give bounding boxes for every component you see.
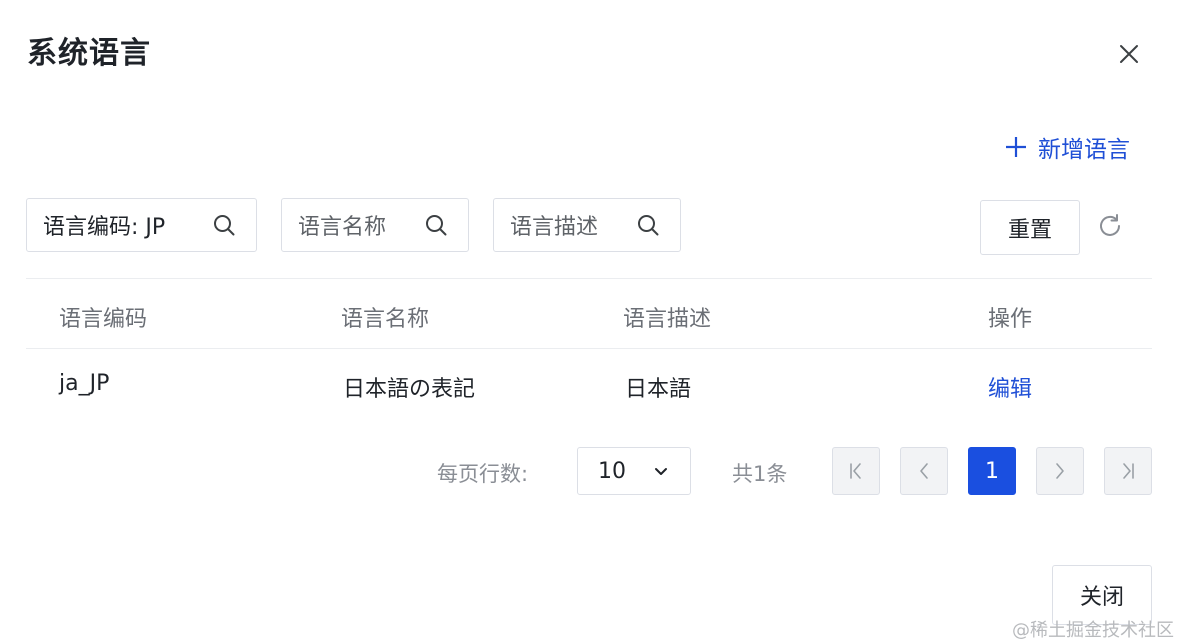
language-name-filter[interactable]: 语言名称 — [281, 198, 469, 252]
refresh-icon[interactable] — [1096, 212, 1124, 240]
language-dialog: 系统语言 新增语言 语言编码: JP 语言名称 语言描述 重置 语言编码 语言名… — [0, 0, 1178, 644]
last-page-icon — [1123, 463, 1134, 479]
column-header-actions: 操作 — [988, 307, 1033, 332]
language-description-filter-placeholder: 语言描述 — [510, 215, 599, 240]
page-size-value: 10 — [598, 458, 626, 484]
total-count: 共1条 — [732, 462, 788, 486]
chevron-down-icon — [655, 468, 667, 475]
close-icon[interactable] — [1115, 40, 1143, 68]
reset-button[interactable]: 重置 — [980, 200, 1080, 255]
pagination: 每页行数: 10 共1条 1 — [0, 446, 1178, 496]
last-page-button[interactable] — [1104, 447, 1152, 495]
add-language-button[interactable]: 新增语言 — [1004, 130, 1130, 164]
cell-name: 日本語の表記 — [343, 377, 476, 402]
watermark: @稀土掘金技术社区 — [1012, 620, 1174, 641]
table-row: ja_JP 日本語の表記 日本語 编辑 — [26, 349, 1152, 421]
language-code-filter-value: 语言编码: JP — [43, 215, 166, 240]
search-icon[interactable] — [636, 213, 660, 237]
next-page-button[interactable] — [1036, 447, 1084, 495]
column-header-code: 语言编码 — [59, 307, 148, 332]
column-header-description: 语言描述 — [623, 307, 712, 332]
prev-page-icon — [920, 463, 928, 479]
search-icon[interactable] — [212, 213, 236, 237]
dialog-title: 系统语言 — [27, 36, 151, 71]
edit-link[interactable]: 编辑 — [988, 371, 1032, 403]
search-icon[interactable] — [424, 213, 448, 237]
page-number-button[interactable]: 1 — [968, 447, 1016, 495]
column-header-name: 语言名称 — [341, 307, 430, 332]
first-page-icon — [850, 463, 861, 479]
prev-page-button[interactable] — [900, 447, 948, 495]
language-description-filter[interactable]: 语言描述 — [493, 198, 681, 252]
language-name-filter-placeholder: 语言名称 — [298, 215, 387, 240]
next-page-icon — [1056, 463, 1064, 479]
add-language-label: 新增语言 — [1038, 137, 1130, 163]
table-header: 语言编码 语言名称 语言描述 操作 — [26, 279, 1152, 349]
cell-code: ja_JP — [59, 371, 110, 396]
page-size-label: 每页行数: — [437, 462, 529, 486]
language-code-filter[interactable]: 语言编码: JP — [26, 198, 257, 252]
cell-description: 日本語 — [625, 377, 692, 402]
first-page-button[interactable] — [832, 447, 880, 495]
page-size-select[interactable]: 10 — [577, 447, 691, 495]
plus-icon — [1006, 137, 1026, 157]
